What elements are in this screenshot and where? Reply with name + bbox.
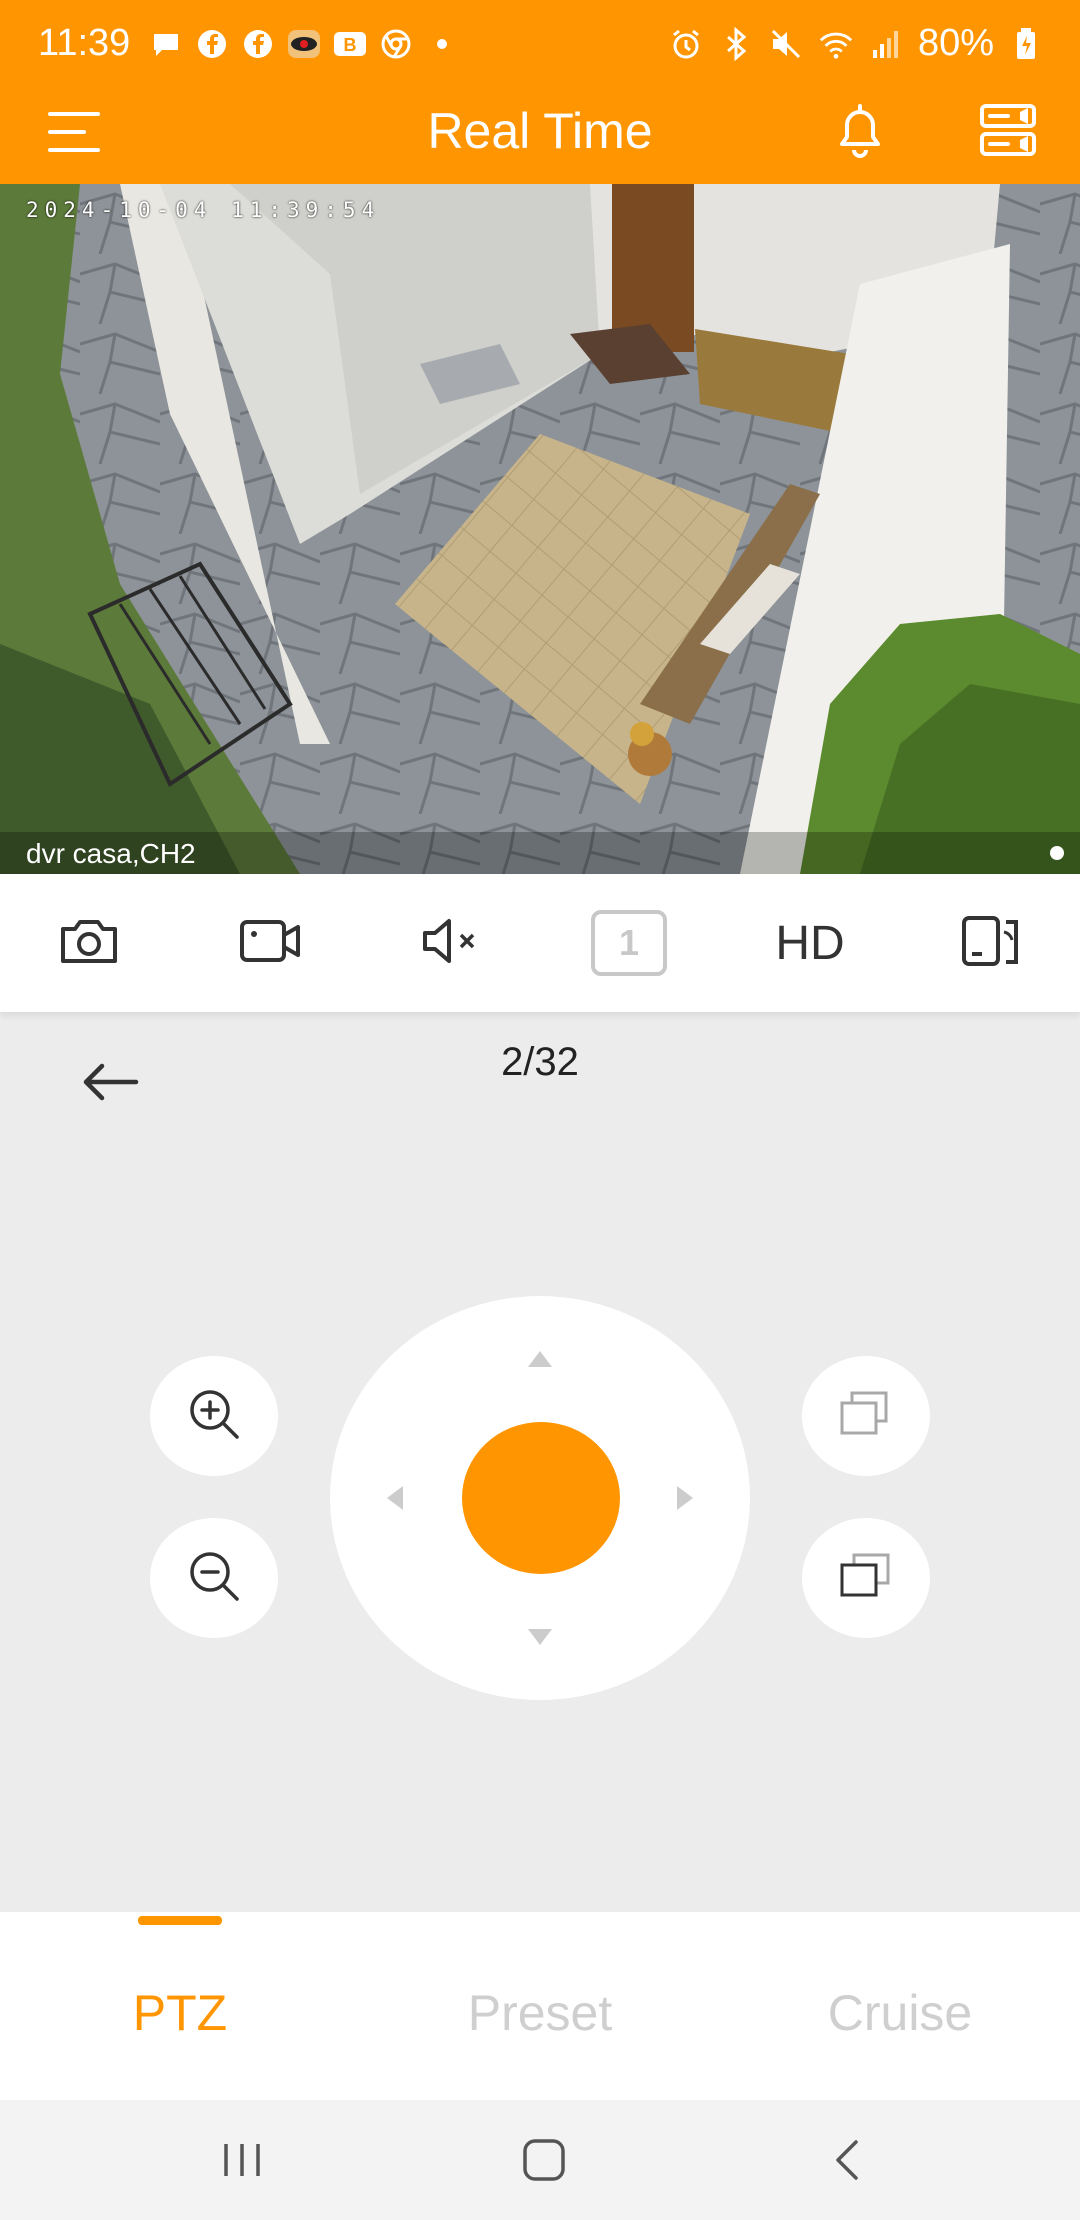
- split-screen-button[interactable]: 1: [584, 898, 674, 988]
- signal-icon: [868, 26, 904, 62]
- camera-icon: [57, 913, 121, 974]
- tab-ptz[interactable]: PTZ: [0, 1984, 360, 2042]
- eye-app-icon: [286, 26, 322, 62]
- battery-icon: [1008, 26, 1044, 62]
- mute-icon: [421, 915, 485, 972]
- dot-icon: [424, 26, 460, 62]
- focus-near-button[interactable]: [802, 1518, 930, 1638]
- alarm-icon: [668, 26, 704, 62]
- hd-label: HD: [775, 916, 845, 970]
- device-list-icon[interactable]: [976, 98, 1040, 162]
- audio-toggle-button[interactable]: [408, 898, 498, 988]
- zoom-out-button[interactable]: [150, 1518, 278, 1638]
- notification-icons: B: [148, 26, 460, 62]
- rotate-screen-button[interactable]: [946, 898, 1036, 988]
- status-time: 11:39: [38, 22, 131, 64]
- focus-far-icon: [838, 1389, 894, 1444]
- facebook-icon: [240, 26, 276, 62]
- video-caption-bar: dvr casa,CH2: [0, 832, 1080, 874]
- wifi-icon: [818, 26, 854, 62]
- recent-apps-icon[interactable]: [212, 2130, 272, 2190]
- page-title: Real Time: [427, 103, 653, 159]
- system-icons: 80%: [668, 22, 1044, 65]
- zoom-in-icon: [184, 1384, 244, 1449]
- focus-near-icon: [838, 1551, 894, 1606]
- camera-frame-image: [0, 184, 1080, 874]
- record-icon: [238, 916, 304, 971]
- zoom-in-button[interactable]: [150, 1356, 278, 1476]
- active-tab-indicator: [138, 1916, 222, 1925]
- bluetooth-icon: [718, 26, 754, 62]
- joystick-knob[interactable]: [462, 1422, 620, 1574]
- bell-icon[interactable]: [828, 98, 892, 162]
- facebook-icon: [194, 26, 230, 62]
- status-bar: 11:39 B 80%: [0, 0, 1080, 92]
- rotate-icon: [960, 912, 1022, 975]
- pan-left-icon[interactable]: [380, 1483, 410, 1513]
- page-indicator-dot: [1050, 846, 1064, 860]
- record-button[interactable]: [226, 898, 316, 988]
- system-nav-bar: [0, 2100, 1080, 2220]
- quality-button[interactable]: HD: [765, 898, 855, 988]
- live-video[interactable]: 2024-10-04 11:39:54 dvr casa,CH2: [0, 184, 1080, 874]
- chrome-icon: [378, 26, 414, 62]
- tab-preset[interactable]: Preset: [360, 1984, 720, 2042]
- battery-percentage: 80%: [917, 22, 994, 64]
- back-nav-icon[interactable]: [818, 2130, 878, 2190]
- b-app-icon: B: [332, 26, 368, 62]
- svg-text:B: B: [344, 35, 357, 55]
- ptz-joystick[interactable]: [330, 1296, 750, 1700]
- pan-right-icon[interactable]: [670, 1483, 700, 1513]
- title-bar: Real Time: [0, 92, 1080, 184]
- tab-cruise[interactable]: Cruise: [720, 1984, 1080, 2042]
- chat-bubble-icon: [148, 26, 184, 62]
- pan-up-icon[interactable]: [525, 1344, 555, 1374]
- channel-counter: 2/32: [501, 1040, 579, 1084]
- home-icon[interactable]: [514, 2130, 574, 2190]
- focus-far-button[interactable]: [802, 1356, 930, 1476]
- video-timestamp: 2024-10-04 11:39:54: [26, 198, 381, 222]
- pan-down-icon[interactable]: [525, 1622, 555, 1652]
- channel-name: dvr casa,CH2: [26, 838, 196, 869]
- video-toolbar: 1 HD: [0, 874, 1080, 1012]
- control-tabs: PTZ Preset Cruise: [0, 1912, 1080, 2100]
- split-icon: 1: [591, 910, 667, 976]
- zoom-out-icon: [184, 1546, 244, 1611]
- snapshot-button[interactable]: [44, 898, 134, 988]
- mute-icon: [768, 26, 804, 62]
- app-header: 11:39 B 80% Real Time: [0, 0, 1080, 184]
